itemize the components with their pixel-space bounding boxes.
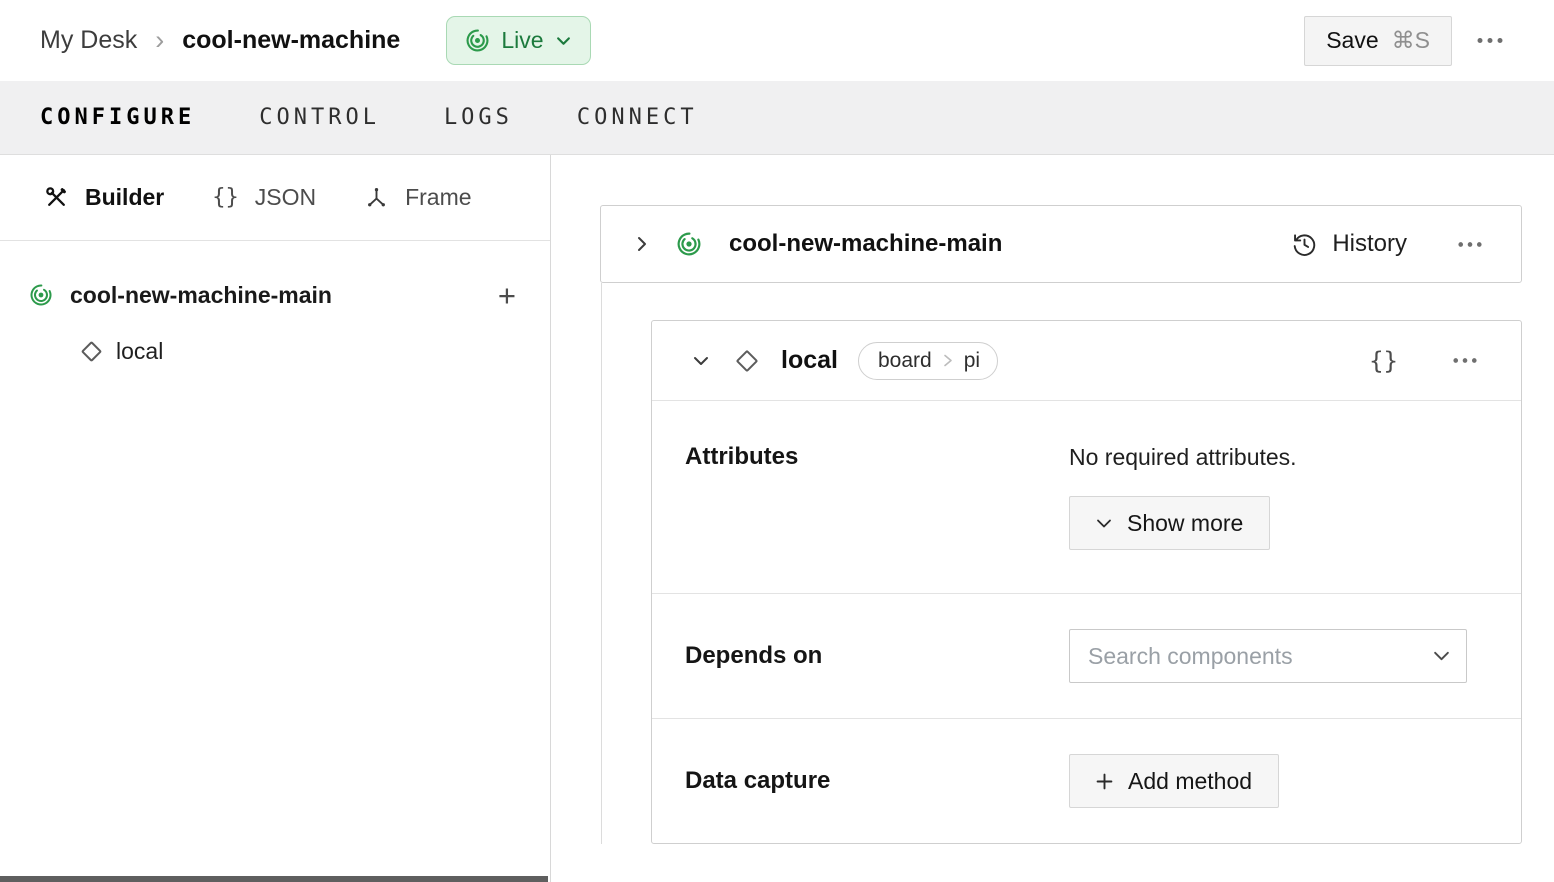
depends-on-select[interactable] [1069,629,1467,683]
add-method-button[interactable]: Add method [1069,754,1279,808]
ellipsis-icon [1476,37,1504,44]
component-card-title: local [781,346,838,375]
configure-main-panel: cool-new-machine-main History [551,155,1554,882]
tab-configure[interactable]: CONFIGURE [40,105,195,130]
machine-card-overflow-menu-button[interactable] [1447,229,1493,260]
tab-connect[interactable]: CONNECT [577,105,698,130]
history-label: History [1332,230,1407,258]
component-card-local: local board pi {} [651,320,1522,844]
section-depends-on: Depends on [652,593,1521,718]
view-json-label: JSON [255,184,316,211]
breadcrumb: My Desk › cool-new-machine [40,26,400,55]
history-button[interactable]: History [1291,230,1407,258]
depends-on-label: Depends on [685,642,1069,670]
top-bar: My Desk › cool-new-machine Live Save ⌘S [0,0,1554,81]
live-radar-icon [466,29,489,52]
tab-logs[interactable]: LOGS [444,105,513,130]
sidebar-view-switcher: Builder {} JSON Frame [0,155,550,241]
content-area: Builder {} JSON Frame [0,155,1554,882]
component-diamond-icon [81,340,102,361]
show-more-button[interactable]: Show more [1069,496,1270,550]
tree-item-local[interactable]: local [0,323,550,379]
breadcrumb-my-desk-link[interactable]: My Desk [40,26,137,55]
view-frame-button[interactable]: Frame [364,184,471,211]
component-card-collapse-chevron-down-icon[interactable] [685,346,717,376]
view-frame-label: Frame [405,184,471,211]
app-root: My Desk › cool-new-machine Live Save ⌘S [0,0,1554,882]
machine-main-card: cool-new-machine-main History [600,205,1522,283]
live-chevron-down-icon [556,35,571,46]
save-button[interactable]: Save ⌘S [1304,16,1452,66]
component-model: pi [964,349,980,373]
data-capture-label: Data capture [685,767,1069,795]
save-shortcut: ⌘S [1392,27,1430,54]
machine-part-tree: cool-new-machine-main + local [0,241,550,379]
machine-card-radar-icon [677,232,701,256]
view-builder-button[interactable]: Builder [44,184,164,211]
section-data-capture: Data capture Add method [652,718,1521,843]
machine-card-expand-chevron-right-icon[interactable] [629,226,655,262]
view-json-button[interactable]: {} JSON [212,184,316,211]
attributes-label: Attributes [685,443,1069,471]
breadcrumb-machine-name: cool-new-machine [182,26,400,55]
view-builder-label: Builder [85,184,164,211]
machine-card-title: cool-new-machine-main [729,230,1002,258]
machine-live-status-button[interactable]: Live [446,16,590,65]
ellipsis-icon [1452,357,1478,364]
attributes-empty-text: No required attributes. [1069,443,1297,471]
breadcrumb-separator-icon: › [155,27,164,54]
tree-component-name: local [116,338,163,365]
component-type-model-badge: board pi [858,342,998,380]
show-more-label: Show more [1127,510,1243,537]
tree-item-machine-main[interactable]: cool-new-machine-main + [0,267,550,323]
component-card-header: local board pi {} [652,321,1521,401]
history-clock-icon [1291,231,1318,258]
component-card-actions: {} [1367,343,1488,379]
save-label: Save [1326,27,1378,54]
builder-tools-icon [44,185,69,210]
show-more-chevron-down-icon [1096,518,1112,529]
select-chevron-down-icon [1433,650,1450,662]
live-label: Live [501,27,543,54]
ellipsis-icon [1457,241,1483,248]
configure-sidebar: Builder {} JSON Frame [0,155,551,882]
tab-control[interactable]: CONTROL [259,105,380,130]
machine-card-actions: History [1291,229,1493,260]
tree-machine-name: cool-new-machine-main [70,282,332,309]
component-type: board [878,349,932,373]
add-method-label: Add method [1128,768,1252,795]
machine-radar-icon [30,284,52,306]
machine-overflow-menu-button[interactable] [1466,25,1514,56]
add-component-button[interactable]: + [494,280,520,311]
component-card-connector: local board pi {} [601,283,1522,844]
pill-chevron-right-icon [943,353,953,368]
frame-axes-icon [364,185,389,210]
json-braces-icon: {} [212,185,239,210]
sidebar-horizontal-scrollbar[interactable] [0,876,548,882]
component-json-button[interactable]: {} [1367,343,1400,379]
component-diamond-icon [736,349,759,372]
plus-icon [1096,773,1113,790]
main-tab-bar: CONFIGURE CONTROL LOGS CONNECT [0,81,1554,155]
component-overflow-menu-button[interactable] [1442,345,1488,376]
section-attributes: Attributes No required attributes. Show … [652,401,1521,593]
depends-on-search-input[interactable] [1088,643,1433,670]
attributes-content: No required attributes. Show more [1069,443,1297,550]
top-actions: Save ⌘S [1304,16,1514,66]
